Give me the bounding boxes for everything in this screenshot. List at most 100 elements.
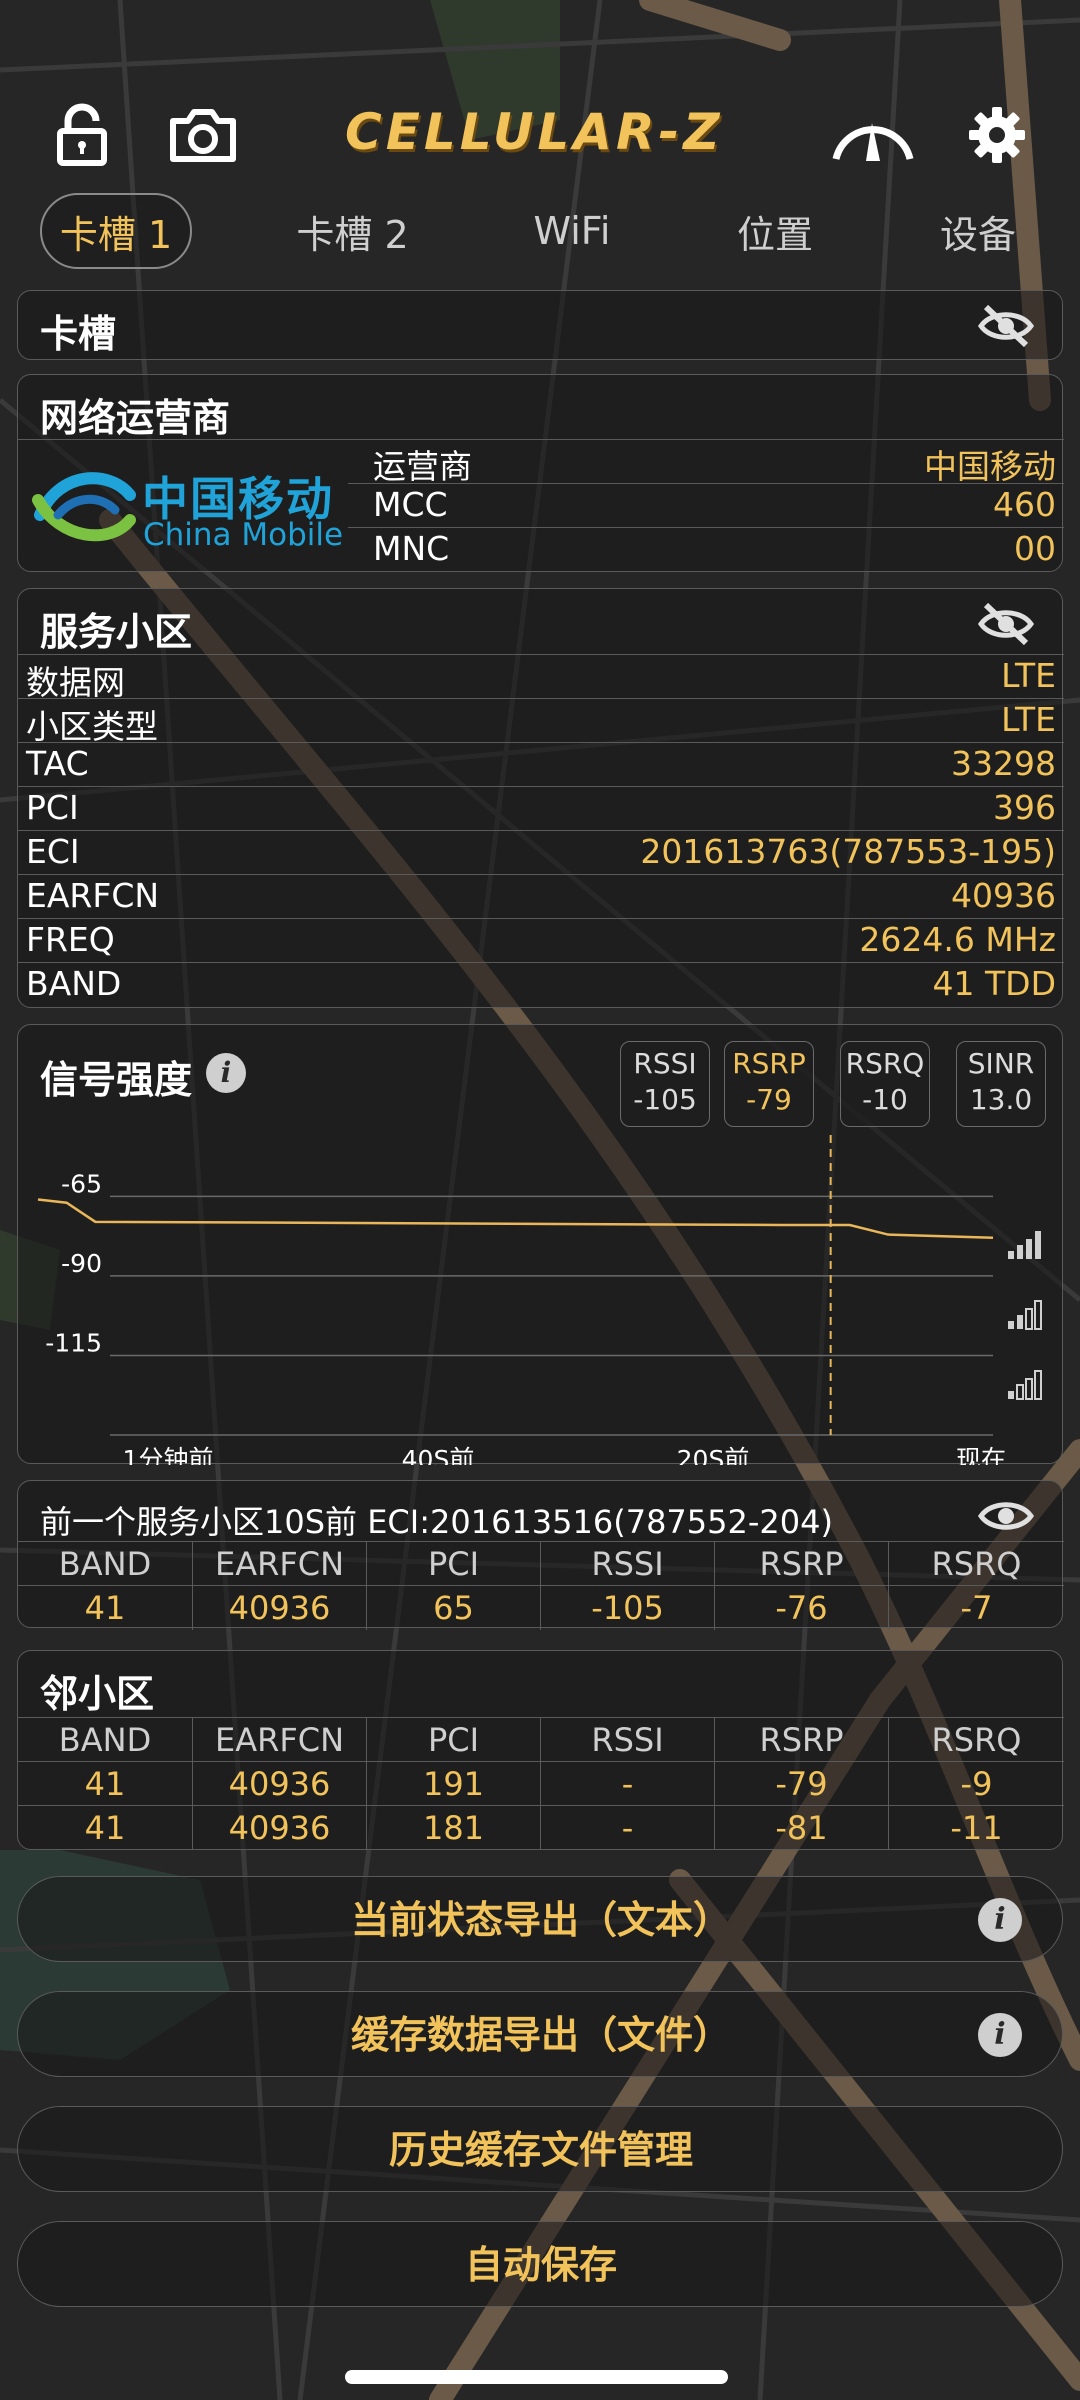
band-row: BAND 41 TDD: [18, 962, 1064, 1006]
lock-icon[interactable]: [42, 95, 122, 175]
tab-slot-1[interactable]: 卡槽 1: [40, 193, 192, 269]
freq-row: FREQ 2624.6 MHz: [18, 918, 1064, 962]
signal-bars-icons: [1008, 1231, 1042, 1400]
table-header-row: BAND EARFCN PCI RSSI RSRP RSRQ: [18, 1717, 1064, 1762]
serving-panel-title: 服务小区: [40, 610, 193, 654]
cell-earfcn: 40936: [192, 1806, 366, 1850]
operator-key: 运营商: [373, 447, 472, 486]
cell-rssi: -105: [540, 1586, 714, 1630]
chip-rsrq[interactable]: RSRQ -10: [840, 1041, 930, 1127]
tab-wifi[interactable]: WiFi: [512, 193, 632, 269]
row-value: LTE: [1001, 656, 1056, 695]
history-cache-manage-button[interactable]: 历史缓存文件管理: [17, 2106, 1063, 2192]
eye-off-icon[interactable]: [978, 303, 1034, 349]
app-screen: CELLULAR-Z 卡槽 1 卡槽 2 WiFi 位置 设备 卡槽 网络运营商…: [0, 0, 1080, 2400]
row-value: 396: [993, 788, 1056, 827]
app-logo: CELLULAR-Z: [345, 103, 724, 161]
cell-rsrq: -7: [888, 1586, 1064, 1630]
data-network-row: 数据网 LTE: [18, 654, 1064, 702]
x-tick-label: 20S前: [677, 1445, 750, 1465]
y-tick-label: -65: [61, 1169, 102, 1198]
china-mobile-logo: 中国移动 China Mobile: [30, 455, 350, 560]
cell-rsrq: -11: [888, 1806, 1064, 1850]
chart-y-labels: -65 -90 -115: [45, 1169, 102, 1357]
cell-band: 41: [84, 1589, 126, 1627]
y-tick-label: -115: [45, 1328, 102, 1357]
col-header-pci: PCI: [366, 1718, 540, 1762]
chip-sinr[interactable]: SINR 13.0: [956, 1041, 1046, 1127]
row-key: TAC: [26, 744, 89, 783]
auto-save-label: 自动保存: [464, 2243, 617, 2287]
chip-rssi[interactable]: RSSI -105: [620, 1041, 710, 1127]
tab-location[interactable]: 位置: [715, 193, 835, 269]
row-value: 201613763(787553-195): [640, 832, 1056, 871]
mcc-row: MCC 460: [348, 483, 1064, 527]
pci-row: PCI 396: [18, 786, 1064, 830]
tab-device[interactable]: 设备: [918, 193, 1038, 269]
info-icon[interactable]: i: [978, 2013, 1022, 2057]
cell-pci: 191: [366, 1762, 540, 1806]
cell-band: 41: [84, 1765, 126, 1803]
y-tick-label: -90: [61, 1249, 102, 1278]
x-tick-label: 1分钟前: [123, 1445, 214, 1465]
row-value: 40936: [951, 876, 1056, 915]
row-key: 小区类型: [26, 707, 158, 746]
gear-icon[interactable]: [957, 95, 1037, 175]
eye-icon[interactable]: [978, 1493, 1034, 1539]
auto-save-button[interactable]: 自动保存: [17, 2221, 1063, 2307]
table-header-row: BAND EARFCN PCI RSSI RSRP RSRQ: [18, 1541, 1064, 1586]
cell-rssi: -: [540, 1762, 714, 1806]
cell-rssi: -: [540, 1806, 714, 1850]
speedometer-icon[interactable]: [828, 95, 918, 175]
export-cache-file-label: 缓存数据导出（文件）: [350, 2013, 731, 2057]
x-tick-label: 现在: [956, 1445, 1006, 1465]
camera-icon[interactable]: [163, 95, 243, 175]
top-bar: CELLULAR-Z: [0, 95, 1080, 175]
neighbor-panel: 邻小区 BAND EARFCN PCI RSSI RSRP RSRQ 41 40…: [17, 1650, 1064, 1850]
serving-cell-panel: 服务小区 数据网 LTE 小区类型 LTE TAC 33298 PCI 396 …: [17, 588, 1064, 1008]
prev-cell-title: 前一个服务小区10S前 ECI:201613516(787552-204): [40, 1503, 833, 1541]
chip-rssi-value: -105: [633, 1083, 697, 1116]
signal-chart: -65 -90 -115 1分钟前 40S前 20S前 现在: [37, 1135, 1042, 1465]
signal-bars-weak-icon: [1008, 1370, 1042, 1400]
chip-rssi-name: RSSI: [633, 1047, 697, 1080]
slot-panel-title: 卡槽: [40, 312, 117, 356]
chip-rsrp-name: RSRP: [732, 1047, 806, 1080]
col-header-band: BAND: [58, 1545, 152, 1583]
operator-value: 中国移动: [924, 447, 1056, 486]
table-row: 41 40936 191 - -79 -9: [18, 1761, 1064, 1806]
export-cache-file-button[interactable]: 缓存数据导出（文件） i: [17, 1991, 1063, 2077]
export-status-text-button[interactable]: 当前状态导出（文本） i: [17, 1876, 1063, 1962]
cell-earfcn: 40936: [192, 1762, 366, 1806]
mcc-value: 460: [993, 485, 1056, 524]
mnc-value: 00: [1014, 529, 1056, 568]
info-icon[interactable]: i: [978, 1898, 1022, 1942]
chart-lines: [37, 1135, 994, 1435]
signal-panel-title: 信号强度: [40, 1058, 193, 1102]
operator-panel: 网络运营商 中国移动 China Mobile 运营商 中国移动 MCC 460…: [17, 374, 1064, 572]
col-header-rsrq: RSRQ: [888, 1718, 1064, 1762]
row-value: 2624.6 MHz: [859, 920, 1056, 959]
info-icon[interactable]: i: [206, 1053, 246, 1093]
earfcn-row: EARFCN 40936: [18, 874, 1064, 918]
rsrp-series-line: [37, 1198, 994, 1239]
chip-sinr-name: SINR: [967, 1047, 1035, 1080]
cell-rsrp: -76: [714, 1586, 888, 1630]
chip-rsrp[interactable]: RSRP -79: [724, 1041, 814, 1127]
col-header-pci: PCI: [366, 1542, 540, 1586]
row-key: EARFCN: [26, 876, 160, 915]
eye-off-icon[interactable]: [978, 601, 1034, 647]
col-header-rsrq: RSRQ: [888, 1542, 1064, 1586]
cell-band: 41: [84, 1809, 126, 1847]
china-mobile-logo-en: China Mobile: [143, 517, 344, 553]
home-indicator[interactable]: [345, 2370, 728, 2384]
operator-panel-title: 网络运营商: [40, 396, 231, 440]
cell-pci: 181: [366, 1806, 540, 1850]
signal-bars-strong-icon: [1008, 1231, 1041, 1259]
col-header-earfcn: EARFCN: [192, 1542, 366, 1586]
tab-slot-2[interactable]: 卡槽 2: [280, 193, 425, 269]
prev-cell-panel: 前一个服务小区10S前 ECI:201613516(787552-204) BA…: [17, 1480, 1064, 1630]
row-key: PCI: [26, 788, 79, 827]
col-header-rssi: RSSI: [540, 1542, 714, 1586]
row-value: 41 TDD: [932, 964, 1056, 1003]
